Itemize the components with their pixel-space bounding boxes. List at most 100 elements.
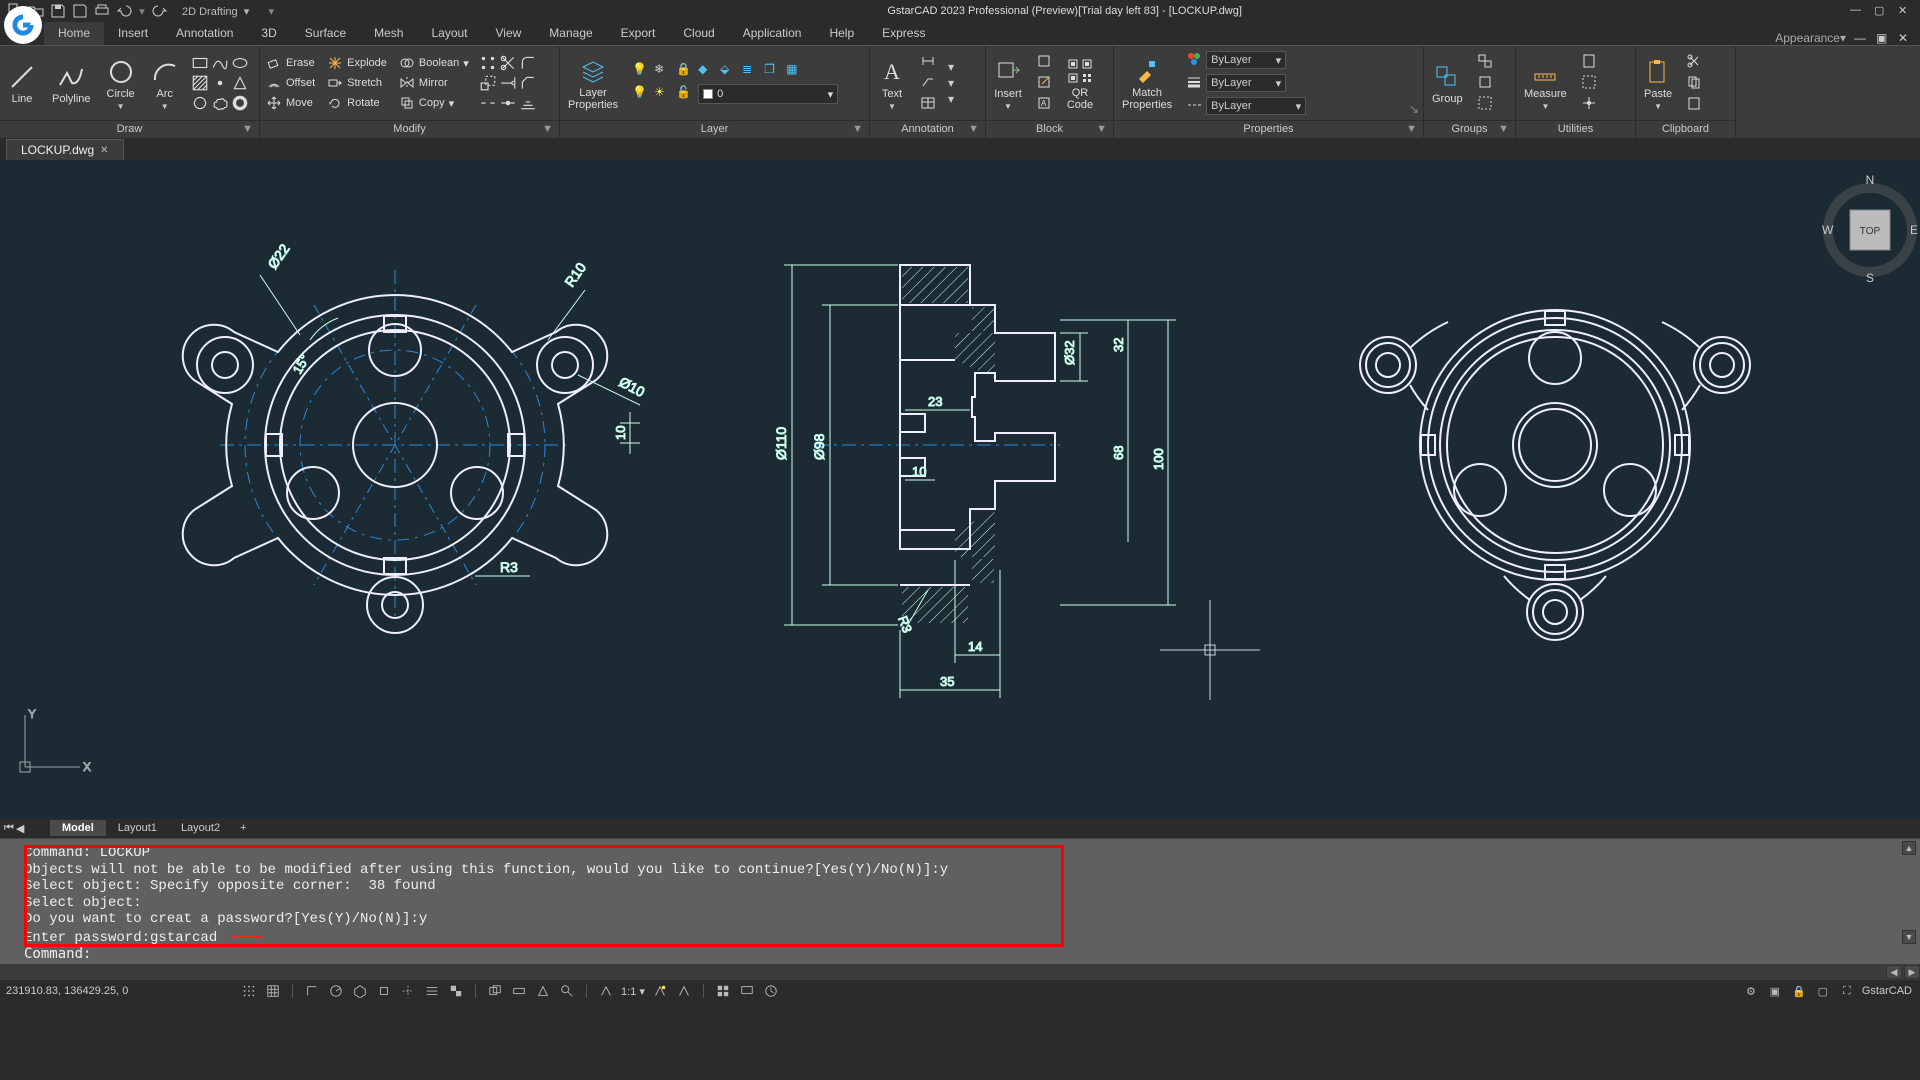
layer-walk-icon[interactable]: ▦ — [786, 62, 804, 80]
dim-continue-icon[interactable]: ▾ — [948, 76, 954, 90]
region-icon[interactable] — [231, 74, 249, 92]
document-tab[interactable]: LOCKUP.dwg ✕ — [6, 139, 124, 160]
tab-surface[interactable]: Surface — [291, 22, 360, 45]
move-button[interactable]: Move — [266, 94, 315, 112]
drawing-area[interactable]: Y X TOP N S E W — [0, 160, 1920, 818]
hatch-icon[interactable] — [191, 74, 209, 92]
annoscale-icon[interactable] — [597, 982, 615, 1000]
explode-button[interactable]: Explode — [327, 54, 387, 72]
layout-prev-icon[interactable]: ◀ — [16, 822, 24, 835]
tab-3d[interactable]: 3D — [247, 22, 290, 45]
tab-express[interactable]: Express — [868, 22, 939, 45]
clean-screen-icon[interactable]: ▢ — [1814, 982, 1832, 1000]
monitor-icon[interactable] — [738, 982, 756, 1000]
group-edit-icon[interactable] — [1477, 74, 1493, 93]
mirror-button[interactable]: Mirror — [399, 74, 469, 92]
leader-icon[interactable] — [920, 74, 936, 93]
qat-save-icon[interactable] — [50, 3, 66, 19]
color-selector[interactable]: ByLayer▾ — [1206, 51, 1286, 69]
erase-button[interactable]: Erase — [266, 54, 315, 72]
rotate-button[interactable]: Rotate — [327, 94, 387, 112]
osnap-icon[interactable] — [375, 982, 393, 1000]
layer-state-icon[interactable]: ❐ — [764, 62, 782, 80]
ortho-icon[interactable] — [303, 982, 321, 1000]
table-style-icon[interactable]: ▾ — [948, 92, 954, 106]
point-icon[interactable] — [211, 74, 229, 92]
tab-home[interactable]: Home — [44, 22, 104, 45]
ungroup-icon[interactable] — [1477, 53, 1493, 72]
polar-icon[interactable] — [327, 982, 345, 1000]
draw-line-button[interactable]: Line — [0, 59, 44, 107]
tab-layout1[interactable]: Layout1 — [106, 820, 169, 836]
settings-icon[interactable]: ⚙ — [1742, 982, 1760, 1000]
tab-model[interactable]: Model — [50, 820, 106, 836]
tab-annotation[interactable]: Annotation — [162, 22, 247, 45]
join-icon[interactable] — [499, 94, 517, 112]
grid-display-icon[interactable] — [264, 982, 282, 1000]
paste-button[interactable]: Paste▼ — [1636, 54, 1680, 113]
layer-lock-icon[interactable]: 🔒 — [676, 62, 694, 80]
extend-icon[interactable] — [499, 74, 517, 92]
qat-undo-icon[interactable] — [116, 3, 132, 19]
anno-visibility-icon[interactable] — [651, 982, 669, 1000]
chamfer-icon[interactable] — [519, 74, 537, 92]
layer-properties-button[interactable]: Layer Properties — [560, 53, 626, 113]
offset-button[interactable]: Offset — [266, 74, 315, 92]
layer-freeze-icon[interactable]: ❄ — [654, 62, 672, 80]
linetype-icon[interactable] — [1186, 97, 1202, 116]
appearance-menu[interactable]: Appearance▾ — [1775, 31, 1846, 45]
layer-off-icon[interactable]: 💡 — [632, 62, 650, 80]
application-menu-button[interactable] — [4, 6, 42, 44]
layout-first-icon[interactable]: ⏮ — [4, 822, 14, 835]
panel-label-groups[interactable]: Groups▼ — [1424, 120, 1515, 138]
cmd-scroll-left-icon[interactable]: ◀ — [1886, 965, 1902, 979]
color-icon[interactable] — [1186, 51, 1202, 70]
qat-more-icon[interactable]: ▾ — [263, 3, 279, 19]
tab-mesh[interactable]: Mesh — [360, 22, 417, 45]
minimize-button[interactable]: — — [1850, 4, 1864, 18]
cmd-scroll-right-icon[interactable]: ▶ — [1904, 965, 1920, 979]
dyn-input-icon[interactable] — [510, 982, 528, 1000]
block-edit-icon[interactable] — [1036, 74, 1052, 93]
command-input[interactable]: Command: — [0, 946, 1920, 964]
otrack-icon[interactable] — [399, 982, 417, 1000]
dim-linear-icon[interactable]: ▾ — [948, 60, 954, 74]
linetype-selector[interactable]: ByLayer▾ — [1206, 97, 1306, 115]
fullscreen-icon[interactable]: ⛶ — [1838, 982, 1856, 1000]
group-select-icon[interactable] — [1477, 95, 1493, 114]
tab-export[interactable]: Export — [607, 22, 670, 45]
align-icon[interactable] — [519, 94, 537, 112]
document-tab-close-icon[interactable]: ✕ — [100, 145, 108, 156]
qat-saveas-icon[interactable] — [72, 3, 88, 19]
layer-thaw-icon[interactable]: ☀ — [654, 85, 672, 103]
scale-icon[interactable] — [479, 74, 497, 92]
id-icon[interactable] — [1581, 95, 1597, 114]
text-button[interactable]: A Text▼ — [870, 54, 914, 113]
stretch-button[interactable]: Stretch — [327, 74, 387, 92]
transparency-icon[interactable] — [447, 982, 465, 1000]
qat-print-icon[interactable] — [94, 3, 110, 19]
close-button[interactable]: ✕ — [1898, 4, 1912, 18]
qat-undo-drop-icon[interactable]: ▾ — [138, 3, 146, 19]
break-icon[interactable] — [479, 94, 497, 112]
cmd-scroll-up-icon[interactable]: ▲ — [1902, 841, 1916, 855]
tab-manage[interactable]: Manage — [535, 22, 606, 45]
anno-auto-icon[interactable] — [675, 982, 693, 1000]
measure-button[interactable]: Measure▼ — [1516, 54, 1575, 113]
add-layout-button[interactable]: + — [232, 820, 254, 836]
selectall-icon[interactable] — [1581, 74, 1597, 93]
doc-minimize-button[interactable]: — — [1854, 31, 1868, 45]
array-icon[interactable] — [479, 54, 497, 72]
copy-button[interactable]: Copy ▾ — [399, 94, 469, 112]
boundary-icon[interactable] — [191, 94, 209, 112]
tab-layout2[interactable]: Layout2 — [169, 820, 232, 836]
selection-cycling-icon[interactable] — [486, 982, 504, 1000]
hardware-accel-icon[interactable] — [762, 982, 780, 1000]
view-cube[interactable]: TOP N S E W — [1822, 173, 1918, 285]
layer-match-icon[interactable]: ≣ — [742, 62, 760, 80]
tab-insert[interactable]: Insert — [104, 22, 162, 45]
match-properties-button[interactable]: Match Properties — [1114, 53, 1180, 113]
layer-selector[interactable]: 0 ▾ — [698, 84, 838, 104]
scale-readout[interactable]: 1:1 ▾ — [621, 985, 645, 998]
dyn-ucs-icon[interactable] — [534, 982, 552, 1000]
